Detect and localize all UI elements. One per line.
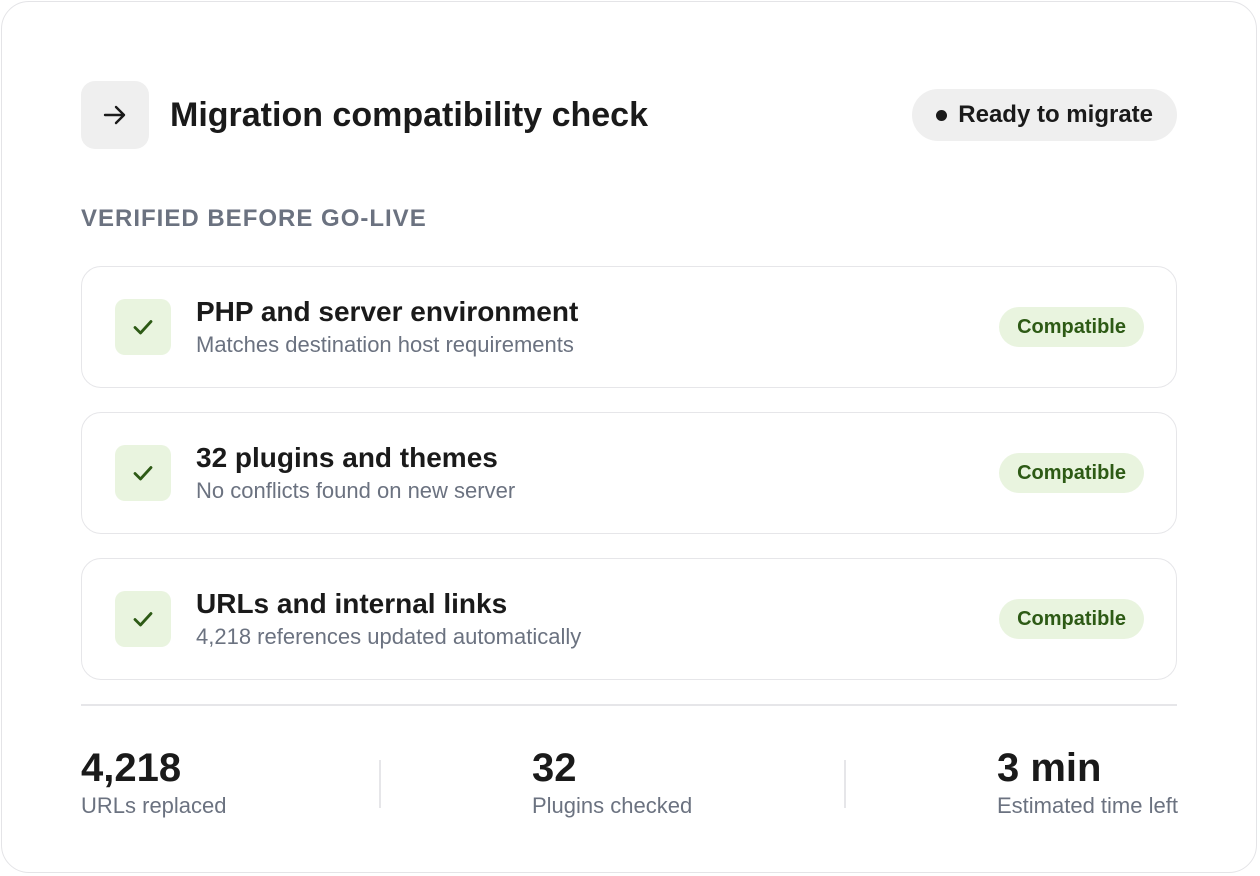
stat-value: 32 [532,746,577,790]
status-dot-icon [936,109,948,121]
check-item-urls-links: URLs and internal links 4,218 references… [81,558,1177,680]
check-item-title: 32 plugins and themes [196,442,498,473]
stat-label: URLs replaced [81,793,227,818]
section-label: VERIFIED BEFORE GO-LIVE [81,205,427,232]
check-item-php-environment: PHP and server environment Matches desti… [81,266,1177,388]
arrow-right-icon[interactable] [81,81,149,149]
check-item-description: Matches destination host requirements [196,332,574,357]
checkmark-icon [115,299,171,355]
checkmark-icon [115,591,171,647]
check-item-description: No conflicts found on new server [196,478,516,503]
stat-estimated-time: 3 min Estimated time left [997,744,1178,820]
checkmark-icon [115,445,171,501]
page-title: Migration compatibility check [170,96,648,134]
compatible-badge: Compatible [999,307,1144,347]
stat-plugins-checked: 32 Plugins checked [532,744,692,820]
status-text: Ready to migrate [958,101,1153,128]
stat-urls-replaced: 4,218 URLs replaced [81,744,227,820]
stat-label: Plugins checked [532,793,693,818]
compatible-badge-label: Compatible [1017,607,1126,630]
stat-value: 4,218 [81,746,182,790]
status-badge: Ready to migrate [912,89,1177,141]
compatible-badge: Compatible [999,599,1144,639]
check-item-title: PHP and server environment [196,296,579,327]
stat-separator [379,760,381,808]
header: Migration compatibility check Ready to m… [81,81,1177,149]
stats-divider [81,704,1177,706]
compatible-badge: Compatible [999,453,1144,493]
compatible-badge-label: Compatible [1017,461,1126,484]
check-item-plugins-themes: 32 plugins and themes No conflicts found… [81,412,1177,534]
stat-label: Estimated time left [997,793,1178,818]
stat-value: 3 min [997,746,1102,790]
compatible-badge-label: Compatible [1017,315,1126,338]
check-item-description: 4,218 references updated automatically [196,624,582,649]
stat-separator [844,760,846,808]
check-item-title: URLs and internal links [196,588,508,619]
